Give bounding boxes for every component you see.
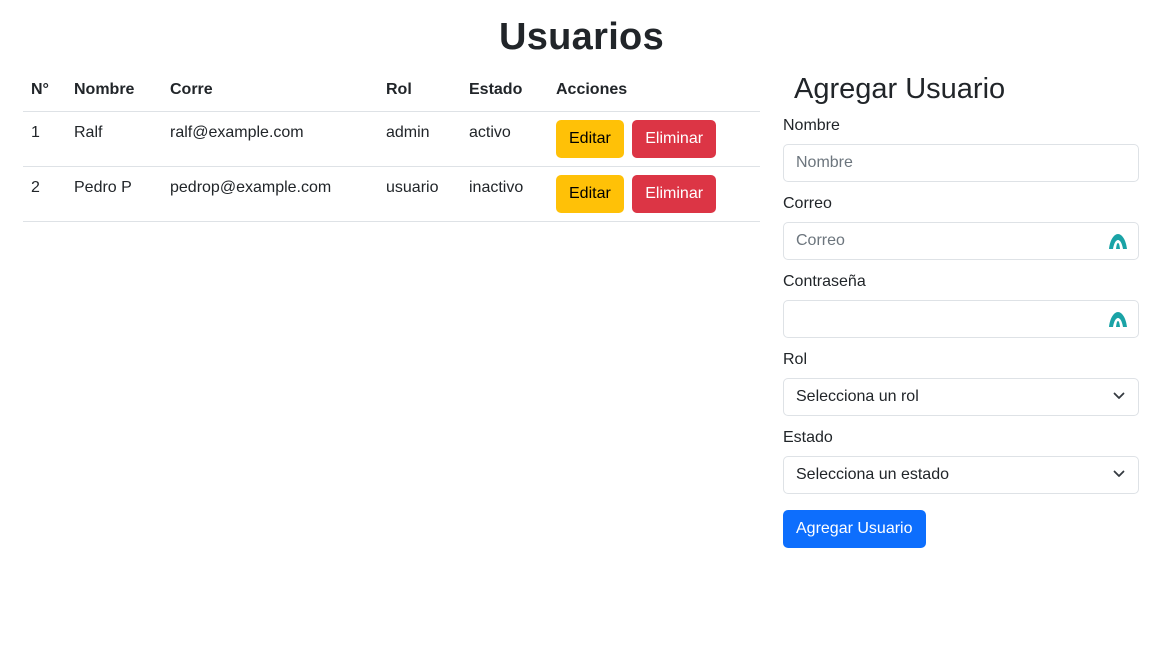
- edit-button[interactable]: Editar: [556, 174, 624, 213]
- role-select-wrap: Selecciona un rol: [783, 378, 1139, 416]
- header-num: N°: [23, 70, 66, 112]
- delete-button[interactable]: Eliminar: [632, 174, 717, 213]
- name-input[interactable]: [783, 144, 1139, 182]
- status-select-wrap: Selecciona un estado: [783, 456, 1139, 494]
- role-select[interactable]: Selecciona un rol: [783, 378, 1139, 416]
- form-title: Agregar Usuario: [794, 73, 1006, 105]
- header-name: Nombre: [66, 70, 162, 112]
- table-body: 1 Ralf ralf@example.com admin activo Edi…: [23, 111, 760, 222]
- cell-name: Ralf: [66, 111, 162, 167]
- password-manager-icon[interactable]: [1107, 231, 1129, 251]
- chevron-down-icon: [1113, 470, 1125, 477]
- chevron-down-icon: [1113, 392, 1125, 399]
- header-role: Rol: [378, 70, 461, 112]
- role-label: Rol: [783, 351, 808, 368]
- name-field-group: Nombre: [783, 116, 1139, 182]
- email-label: Correo: [783, 195, 832, 212]
- cell-status: activo: [461, 111, 548, 167]
- cell-email: pedrop@example.com: [162, 166, 378, 222]
- add-user-form: Agregar Usuario Nombre Correo Contraseña…: [783, 70, 1139, 548]
- email-input[interactable]: [783, 222, 1139, 260]
- page-title: Usuarios: [498, 16, 664, 58]
- table-row: 1 Ralf ralf@example.com admin activo Edi…: [23, 111, 760, 167]
- password-label: Contraseña: [783, 273, 866, 290]
- cell-actions: Editar Eliminar: [548, 166, 760, 222]
- status-select[interactable]: Selecciona un estado: [783, 456, 1139, 494]
- table-row: 2 Pedro P pedrop@example.com usuario ina…: [23, 166, 760, 222]
- name-label: Nombre: [783, 117, 840, 134]
- password-input[interactable]: [783, 300, 1139, 338]
- users-table: N° Nombre Corre Rol Estado Acciones 1 Ra…: [23, 70, 760, 222]
- status-label: Estado: [783, 429, 833, 446]
- submit-wrap: Agregar Usuario: [783, 510, 1139, 548]
- header-email: Corre: [162, 70, 378, 112]
- password-input-wrap: [783, 300, 1139, 338]
- cell-actions: Editar Eliminar: [548, 111, 760, 167]
- add-user-button[interactable]: Agregar Usuario: [783, 510, 926, 548]
- role-field-group: Rol Selecciona un rol: [783, 350, 1139, 416]
- password-field-group: Contraseña: [783, 272, 1139, 338]
- status-field-group: Estado Selecciona un estado: [783, 428, 1139, 494]
- password-manager-icon[interactable]: [1107, 309, 1129, 329]
- email-input-wrap: [783, 222, 1139, 260]
- delete-button[interactable]: Eliminar: [632, 119, 717, 158]
- table-header-row: N° Nombre Corre Rol Estado Acciones: [23, 70, 760, 112]
- cell-role: usuario: [378, 166, 461, 222]
- email-field-group: Correo: [783, 194, 1139, 260]
- cell-name: Pedro P: [66, 166, 162, 222]
- header-status: Estado: [461, 70, 548, 112]
- name-input-wrap: [783, 144, 1139, 182]
- cell-num: 2: [23, 166, 66, 222]
- cell-email: ralf@example.com: [162, 111, 378, 167]
- edit-button[interactable]: Editar: [556, 119, 624, 158]
- cell-status: inactivo: [461, 166, 548, 222]
- cell-role: admin: [378, 111, 461, 167]
- header-actions: Acciones: [548, 70, 760, 112]
- table-header: N° Nombre Corre Rol Estado Acciones: [23, 70, 760, 112]
- cell-num: 1: [23, 111, 66, 167]
